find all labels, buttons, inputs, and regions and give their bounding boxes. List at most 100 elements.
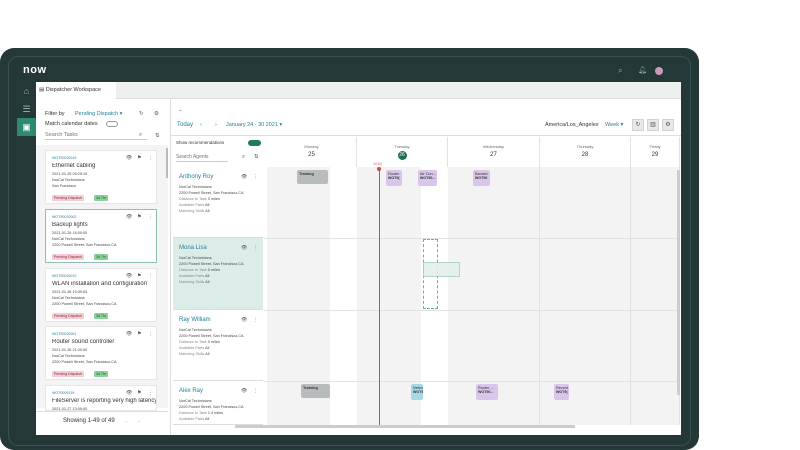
schedule-event[interactable]: Training bbox=[301, 384, 330, 398]
day-number-today: 26 bbox=[397, 151, 407, 160]
flag-icon[interactable]: ⚑ bbox=[137, 390, 141, 396]
sort-icon[interactable]: ⇅ bbox=[155, 133, 160, 139]
task-card[interactable]: WOT0009139 👁︎ ⚑ ⋮ FileServer is reportin… bbox=[45, 385, 157, 411]
agent-name[interactable]: Anthony Roy bbox=[179, 174, 213, 180]
event-id: WOT90 bbox=[475, 176, 488, 180]
tab-dispatcher-workspace[interactable]: ▤ Dispatcher Workspace bbox=[36, 82, 116, 99]
day-column[interactable] bbox=[631, 167, 680, 425]
eye-icon[interactable]: 👁︎ bbox=[126, 214, 132, 220]
calendar-hscrollbar[interactable] bbox=[235, 425, 575, 428]
panel-divider[interactable] bbox=[170, 99, 171, 435]
day-header[interactable]: Thursday 28 bbox=[540, 137, 631, 167]
task-card[interactable]: WOT90010001 👁︎ ⚑ ⋮ Router sound controll… bbox=[45, 326, 157, 380]
prev-week-button[interactable]: ‹ bbox=[200, 122, 202, 128]
schedule-event[interactable]: Router ... WOT90... bbox=[476, 384, 498, 400]
eye-icon[interactable]: 👁︎ bbox=[126, 331, 132, 337]
task-address: 2200 Powell Street, San Francisco,CA bbox=[52, 360, 117, 364]
next-page-button[interactable]: → bbox=[136, 418, 142, 424]
today-button[interactable]: Today bbox=[177, 122, 193, 128]
distance-label: Distance to Task bbox=[179, 197, 207, 201]
more-icon[interactable]: ⋮ bbox=[253, 317, 258, 323]
eye-icon[interactable]: 👁︎ bbox=[241, 245, 247, 251]
eye-icon[interactable]: 👁︎ bbox=[241, 317, 247, 323]
more-icon[interactable]: ⋮ bbox=[148, 214, 153, 220]
task-id[interactable]: WOT0009139 bbox=[52, 391, 74, 395]
agent-card[interactable]: Ray William 👁︎ ⋮ NorCal Technicians 2200… bbox=[173, 310, 263, 381]
eye-icon[interactable]: 👁︎ bbox=[126, 390, 132, 396]
schedule-event[interactable]: Reconf WOT9( bbox=[554, 384, 569, 400]
agent-name[interactable]: Alex Ray bbox=[179, 388, 203, 394]
task-title: FileServer is reporting very high latenc… bbox=[52, 398, 156, 404]
settings-button[interactable]: ⚙ bbox=[662, 119, 674, 131]
task-id[interactable]: WOT90010002 bbox=[52, 215, 76, 219]
calendar-vscrollbar[interactable] bbox=[677, 170, 680, 395]
filter-settings-icon[interactable]: ⚙ bbox=[154, 111, 159, 117]
schedule-event[interactable]: Bandwi WOT90 bbox=[473, 170, 490, 186]
day-header[interactable]: Tuesday 26 bbox=[357, 137, 448, 167]
flag-icon[interactable]: ⚑ bbox=[137, 214, 141, 220]
eye-icon[interactable]: 👁︎ bbox=[126, 273, 132, 279]
view-dropdown[interactable]: Week ▾ bbox=[605, 122, 623, 128]
more-icon[interactable]: ⋮ bbox=[253, 174, 258, 180]
layout-button[interactable]: ▥ bbox=[647, 119, 659, 131]
task-card[interactable]: WOT90010019 👁︎ ⚑ ⋮ Ethernet cabling 2021… bbox=[45, 150, 157, 204]
more-icon[interactable]: ⋮ bbox=[253, 388, 258, 394]
collapse-icon[interactable]: ⌄ bbox=[178, 107, 183, 113]
bell-icon[interactable]: 🔔︎ bbox=[638, 66, 647, 74]
eye-icon[interactable]: 👁︎ bbox=[241, 174, 247, 180]
more-icon[interactable]: ⋮ bbox=[148, 155, 153, 161]
task-id[interactable]: WOT90010001 bbox=[52, 332, 76, 336]
match-dates-toggle[interactable] bbox=[106, 121, 118, 127]
task-id[interactable]: WOT90010019 bbox=[52, 156, 76, 160]
sla-badge: 3d 7hr bbox=[94, 313, 109, 319]
dragged-task-card[interactable] bbox=[423, 262, 460, 277]
sla-badge: 3d 7hr bbox=[94, 371, 109, 377]
day-header[interactable]: Friday 29 bbox=[631, 137, 680, 167]
schedule-event[interactable]: Router WOT9( bbox=[386, 170, 402, 186]
more-icon[interactable]: ⋮ bbox=[148, 390, 153, 396]
task-id[interactable]: WOT90010010 bbox=[52, 274, 76, 278]
date-range-dropdown[interactable]: January 24 - 30 2021 ▾ bbox=[226, 122, 282, 128]
task-card[interactable]: WOT90010010 👁︎ ⚑ ⋮ WLAN installation and… bbox=[45, 268, 157, 322]
dispatcher-icon[interactable]: ▣ bbox=[17, 118, 36, 136]
agent-card[interactable]: Mona Lisa 👁︎ ⋮ NorCal Technicians 2200 P… bbox=[173, 238, 263, 310]
day-header[interactable]: Monday 25 bbox=[267, 137, 357, 167]
list-icon[interactable]: ☰ bbox=[17, 100, 36, 118]
flag-icon[interactable]: ⚑ bbox=[137, 155, 141, 161]
show-recs-toggle[interactable] bbox=[248, 140, 261, 146]
sort-icon[interactable]: ⇅ bbox=[254, 154, 259, 160]
showing-count: Showing 1-49 of 49 bbox=[63, 418, 115, 424]
more-icon[interactable]: ⋮ bbox=[148, 273, 153, 279]
prev-page-button[interactable]: ← bbox=[124, 418, 130, 424]
refresh-icon[interactable]: ↻ bbox=[139, 111, 144, 117]
home-icon[interactable]: ⌂ bbox=[17, 82, 36, 100]
sla-badge: 3d 7hr bbox=[94, 195, 109, 201]
avatar[interactable] bbox=[655, 67, 663, 75]
schedule-event[interactable]: Air Con... WOT90... bbox=[418, 170, 437, 186]
more-icon[interactable]: ⋮ bbox=[253, 245, 258, 251]
eye-icon[interactable]: 👁︎ bbox=[241, 388, 247, 394]
task-date: 2021-01-26 19:39:53 bbox=[52, 290, 88, 294]
more-icon[interactable]: ⋮ bbox=[148, 331, 153, 337]
agent-card[interactable]: Anthony Roy 👁︎ ⋮ NorCal Technicians 2200… bbox=[173, 167, 263, 238]
agent-card[interactable]: Alex Ray 👁︎ ⋮ NorCal Technicians 2200 Po… bbox=[173, 381, 263, 425]
search-agents-input[interactable] bbox=[176, 153, 228, 162]
next-week-button[interactable]: › bbox=[215, 122, 217, 128]
agent-name[interactable]: Mona Lisa bbox=[179, 245, 207, 251]
agent-name[interactable]: Ray William bbox=[179, 317, 211, 323]
current-time-marker bbox=[377, 167, 381, 171]
parts-label: Available Parts bbox=[179, 203, 205, 207]
task-list-scrollbar[interactable] bbox=[166, 148, 168, 178]
filter-dropdown[interactable]: Pending Dispatch ▾ bbox=[75, 111, 122, 117]
eye-icon[interactable]: 👁︎ bbox=[126, 155, 132, 161]
flag-icon[interactable]: ⚑ bbox=[137, 273, 141, 279]
schedule-event[interactable]: Training bbox=[297, 170, 328, 184]
search-icon[interactable]: ⌕ bbox=[618, 66, 622, 76]
search-tasks-input[interactable] bbox=[45, 131, 147, 140]
day-header[interactable]: Wednesday 27 bbox=[448, 137, 540, 167]
agent-address: 2200 Powell Street, San Francisco,CA bbox=[179, 262, 244, 266]
task-card[interactable]: WOT90010002 👁︎ ⚑ ⋮ Backup lights 2021-01… bbox=[45, 209, 157, 263]
schedule-event[interactable]: Netwo WOT9 bbox=[411, 384, 423, 400]
flag-icon[interactable]: ⚑ bbox=[137, 331, 141, 337]
refresh-button[interactable]: ↻ bbox=[632, 119, 644, 131]
